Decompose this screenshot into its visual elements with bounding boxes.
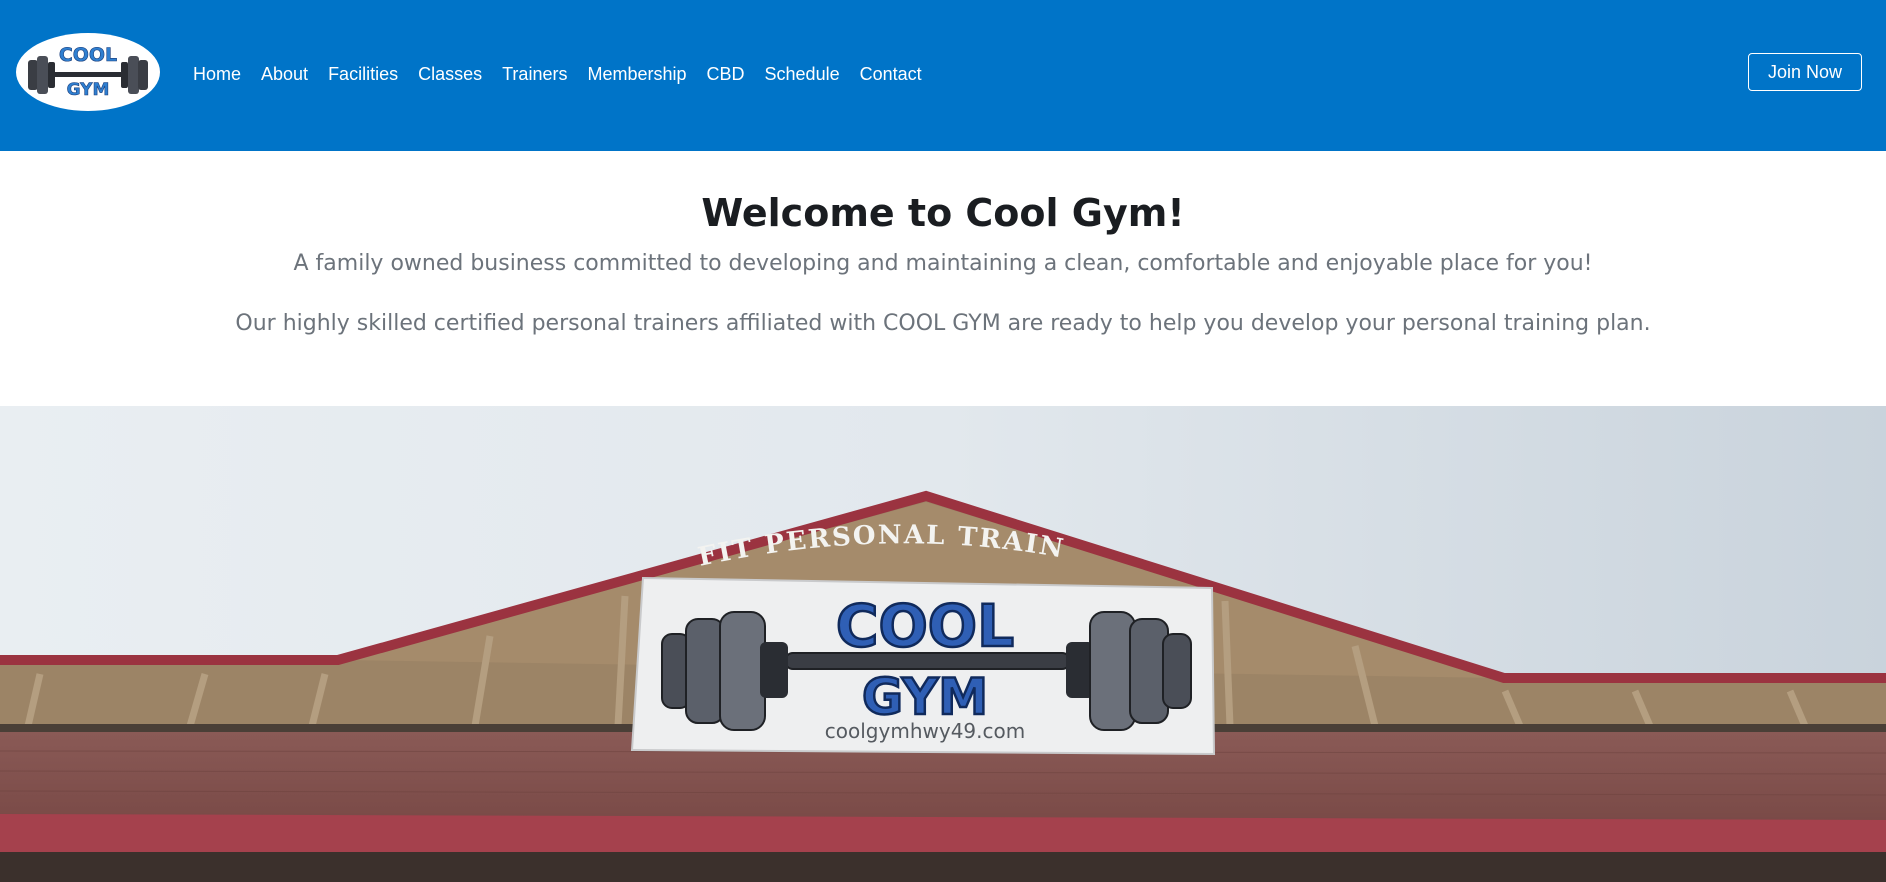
nav-classes[interactable]: Classes bbox=[418, 61, 482, 87]
cool-gym-logo[interactable]: COOL GYM bbox=[15, 32, 161, 112]
logo-text-bottom: GYM bbox=[67, 80, 110, 100]
navbar: COOL GYM Home About Facilities Classes T… bbox=[0, 0, 1886, 151]
nav-home[interactable]: Home bbox=[193, 61, 241, 87]
nav-membership[interactable]: Membership bbox=[587, 61, 686, 87]
logo-text-top: COOL bbox=[59, 44, 117, 66]
nav-contact[interactable]: Contact bbox=[860, 61, 922, 87]
gym-building-photo: FIT PERSONAL TRAIN COOL GYM coolgymhwy49… bbox=[0, 406, 1886, 882]
nav-trainers[interactable]: Trainers bbox=[502, 61, 567, 87]
welcome-section: Welcome to Cool Gym! A family owned busi… bbox=[0, 151, 1886, 406]
join-now-button[interactable]: Join Now bbox=[1748, 53, 1862, 91]
welcome-text-line1: A family owned business committed to dev… bbox=[293, 251, 1593, 276]
banner-text-top: COOL bbox=[836, 592, 1014, 660]
banner-text-bottom: GYM bbox=[862, 668, 988, 726]
hero-image: FIT PERSONAL TRAIN COOL GYM coolgymhwy49… bbox=[0, 406, 1886, 882]
page-title: Welcome to Cool Gym! bbox=[701, 191, 1185, 235]
welcome-text-line2: Our highly skilled certified personal tr… bbox=[235, 311, 1651, 336]
nav-facilities[interactable]: Facilities bbox=[328, 61, 398, 87]
nav-cbd[interactable]: CBD bbox=[707, 61, 745, 87]
cool-gym-banner: COOL GYM coolgymhwy49.com bbox=[630, 576, 1216, 756]
banner-url: coolgymhwy49.com bbox=[825, 719, 1025, 743]
nav-schedule[interactable]: Schedule bbox=[765, 61, 840, 87]
nav-about[interactable]: About bbox=[261, 61, 308, 87]
main-nav: Home About Facilities Classes Trainers M… bbox=[193, 61, 942, 87]
